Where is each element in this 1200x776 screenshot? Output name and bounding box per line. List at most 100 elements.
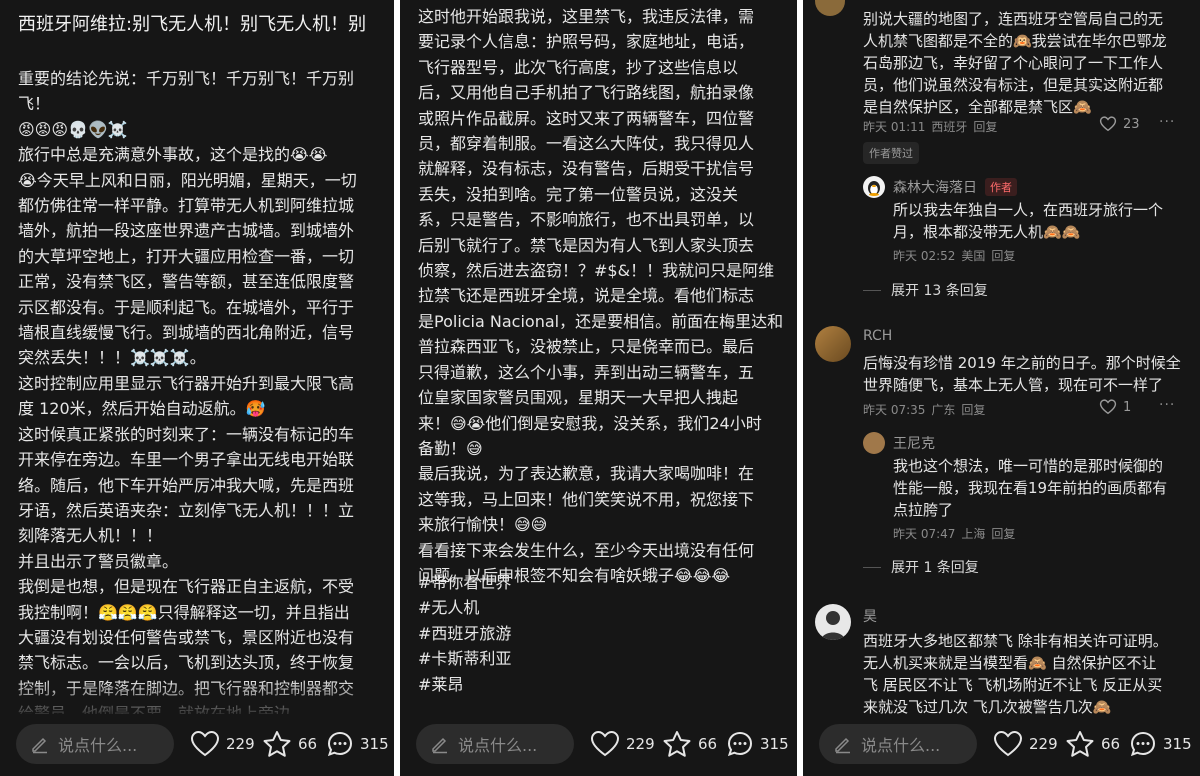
like-button[interactable]: 229 <box>590 730 655 758</box>
post-text-line: 旅行中总是充满意外事故，这个是找的😭😭 <box>18 145 328 165</box>
comments-panel: 别说大疆的地图了，连西班牙空管局自己的无 人机禁飞图都是不全的🙉我尝试在毕尔巴鄂龙… <box>803 0 1200 776</box>
author-liked-badge: 作者赞过 <box>863 142 919 164</box>
comment-input[interactable]: 说点什么... <box>819 724 977 764</box>
bottom-bar: 说点什么... 229 66 315 <box>803 714 1200 776</box>
penguin-icon <box>868 181 880 196</box>
comment-button[interactable]: 315 <box>726 730 789 758</box>
comment-text-line: 别说大疆的地图了，连西班牙空管局自己的无 <box>863 10 1164 28</box>
post-text-line: 我倒是也想，但是现在飞行器正自主返航，不受 <box>18 577 355 597</box>
heart-icon <box>993 730 1023 757</box>
post-text-line: 后，又用他自己手机拍了飞行路线图，航拍录像 <box>418 83 755 103</box>
post-text-line: 牙语，然后英语夹杂：立刻停飞无人机！！！立 <box>18 500 355 520</box>
reply-button[interactable]: 回复 <box>973 118 997 135</box>
hashtag-link[interactable]: #带你看世界 <box>418 570 784 595</box>
comment-text-line: 所以我去年独自一人，在西班牙旅行一个 <box>893 201 1164 219</box>
star-button[interactable]: 66 <box>1065 730 1120 758</box>
comment-text-line: 无人机买来就是当模型看🙈 自然保护区不让 <box>863 654 1157 672</box>
comment-button[interactable]: 315 <box>1129 730 1192 758</box>
like-button[interactable]: 229 <box>190 730 255 758</box>
star-button[interactable]: 66 <box>262 730 317 758</box>
post-text-line: 拉禁飞还是西班牙全境，说是全境。看他们标志 <box>418 286 755 306</box>
comment-input[interactable]: 说点什么... <box>416 724 574 764</box>
author-badge: 作者 <box>985 178 1017 196</box>
hashtag-link[interactable]: #卡斯蒂利亚 <box>418 646 784 671</box>
comment-icon <box>727 731 753 757</box>
like-button[interactable]: 229 <box>993 730 1058 758</box>
post-text-line: 这等我，马上回来！他们笑笑说不用，祝您接下 <box>418 489 755 509</box>
avatar[interactable] <box>815 0 845 16</box>
post-text-line: 要记录个人信息：护照号码，家庭地址，电话， <box>418 32 755 52</box>
post-title: 西班牙阿维拉:别飞无人机！别飞无人机！别 <box>18 14 367 35</box>
comment-author: 昊 <box>863 609 877 625</box>
post-text-line: 的大草坪空地上，打开大疆应用检查一番，一切 <box>18 246 355 266</box>
post-tags: #带你看世界 #无人机 #西班牙旅游 #卡斯蒂利亚 #莱昂 <box>418 570 784 697</box>
avatar[interactable] <box>863 432 885 454</box>
comment-icon <box>327 731 353 757</box>
post-text-line: 大疆没有划设任何警告或禁飞，景区附近也没有 <box>18 627 355 647</box>
post-text-line: 突然丢失！！！☠️☠️☠️。 <box>18 348 206 368</box>
post-text-line: 这时控制应用里显示飞行器开始升到最大限飞高 <box>18 373 355 393</box>
avatar[interactable] <box>815 604 851 640</box>
expand-replies-button[interactable]: 展开 13 条回复 <box>863 280 988 300</box>
star-button[interactable]: 66 <box>662 730 717 758</box>
post-text-line: 最后我说，为了表达歉意，我请大家喝咖啡！在 <box>418 464 755 484</box>
star-icon <box>263 731 291 757</box>
expand-replies-button[interactable]: 展开 1 条回复 <box>863 557 979 577</box>
post-text-line: 这时候真正紧张的时刻来了：一辆没有标记的车 <box>18 424 355 444</box>
comment-like-button[interactable]: 23 <box>1099 116 1140 132</box>
post-text-line: 后别飞就行了。禁飞是因为有人飞到人家头顶去 <box>418 235 755 255</box>
post-panel-left: 西班牙阿维拉:别飞无人机！别飞无人机！别 重要的结论先说：千万别飞！千万别飞！千… <box>0 0 394 776</box>
post-text-line: 并且出示了警员徽章。 <box>18 551 179 571</box>
post-text-line: 重要的结论先说：千万别飞！千万别飞！千万别 <box>18 69 355 88</box>
reply-button[interactable]: 回复 <box>961 401 985 418</box>
comment-text-line: 月，根本都没带无人机🙈🙈 <box>893 223 1081 241</box>
reply-button[interactable]: 回复 <box>991 247 1015 264</box>
avatar[interactable] <box>815 326 851 362</box>
star-count: 66 <box>1101 735 1121 753</box>
comment-count: 315 <box>360 735 389 753</box>
bottom-bar: 说点什么... 229 66 315 <box>400 714 797 776</box>
comment-input[interactable]: 说点什么... <box>16 724 174 764</box>
comment-text-line: 点拉胯了 <box>893 501 954 519</box>
star-count: 66 <box>298 735 318 753</box>
post-text-line: 来！😅😭他们倒是安慰我，没关系，我们24小时 <box>418 413 762 433</box>
post-text-line: 😡😡😡💀👽☠️ <box>18 119 128 139</box>
post-text-line: 侦察，然后进去盗窃！？#$&！！我就问只是阿维 <box>418 261 775 281</box>
post-text-line: 禁飞标志。一会以后，飞机到达头顶，终于恢复 <box>18 653 355 673</box>
reply-meta: 昨天 07:47 上海 回复 <box>893 525 1016 542</box>
post-text-line: 开来停在旁边。车里一个男子拿出无线电开始联 <box>18 450 355 470</box>
post-text-line: 就解释，没有标志，没有警告，后期受干扰信号 <box>418 159 755 179</box>
comment-button[interactable]: 315 <box>326 730 389 758</box>
post-text-line: 正常，没有禁飞区，警告等额，甚至连低限度警 <box>18 272 355 292</box>
post-text-line: 是Policia Nacional，还是要相信。前面在梅里达和 <box>418 311 784 331</box>
comment-count: 315 <box>1163 735 1192 753</box>
comment-text-line: 世界随便飞，基本上无人管，现在可不一样了 <box>863 376 1164 394</box>
comment-like-button[interactable]: 1 <box>1099 399 1131 415</box>
reply-button[interactable]: 回复 <box>991 525 1015 542</box>
reply-text: 我也这个想法，唯一可惜的是那时候御的 性能一般，我现在看19年前拍的画质都有 点拉胯… <box>893 455 1193 521</box>
post-text-line: 丢失，没拍到啥。完了第一位警员说，这没关 <box>418 184 739 204</box>
comment-text-line: 我也这个想法，唯一可惜的是那时候御的 <box>893 457 1164 475</box>
heart-icon <box>190 730 220 757</box>
post-text-line: 员，都穿着制服。一看这么大阵仗，我只得见人 <box>418 134 755 154</box>
post-body-continued: 这时他开始跟我说，这里禁飞，我违反法律，需 要记录个人信息：护照号码，家庭地址，电… <box>418 4 784 588</box>
more-icon[interactable]: ··· <box>1159 397 1175 413</box>
avatar[interactable] <box>863 176 885 198</box>
more-icon[interactable]: ··· <box>1159 114 1175 130</box>
comment-placeholder: 说点什么... <box>861 736 941 755</box>
comment-text: 西班牙大多地区都禁飞 除非有相关许可证明。 无人机买来就是当模型看🙈 自然保护区不… <box>863 630 1193 718</box>
comment-text-line: 员，他们说虽然没有标注，但是其实这附近都 <box>863 76 1164 94</box>
post-text-line: 络。随后，他下车开始严厉冲我大喊，先是西班 <box>18 475 355 495</box>
pen-icon <box>32 737 47 754</box>
hashtag-link[interactable]: #无人机 <box>418 595 784 620</box>
reply-meta: 昨天 02:52 美国 回复 <box>893 247 1016 264</box>
hashtag-link[interactable]: #西班牙旅游 <box>418 621 784 646</box>
star-count: 66 <box>698 735 718 753</box>
post-body: 重要的结论先说：千万别飞！千万别飞！千万别 飞！ 😡😡😡💀👽☠️ 旅行中总是充满意外事… <box>18 66 384 752</box>
comment-meta: 昨天 01:11 西班牙 回复 <box>863 118 998 135</box>
post-text-line: 看看接下来会发生什么，至少今天出境没有任何 <box>418 540 755 560</box>
reply-author: 森林大海落日 作者 <box>893 177 1017 197</box>
comment-text-line: 性能一般，我现在看19年前拍的画质都有 <box>893 479 1168 497</box>
post-text-line: 都仿佛往常一样平静。打算带无人机到阿维拉城 <box>18 196 355 216</box>
hashtag-link[interactable]: #莱昂 <box>418 672 784 697</box>
